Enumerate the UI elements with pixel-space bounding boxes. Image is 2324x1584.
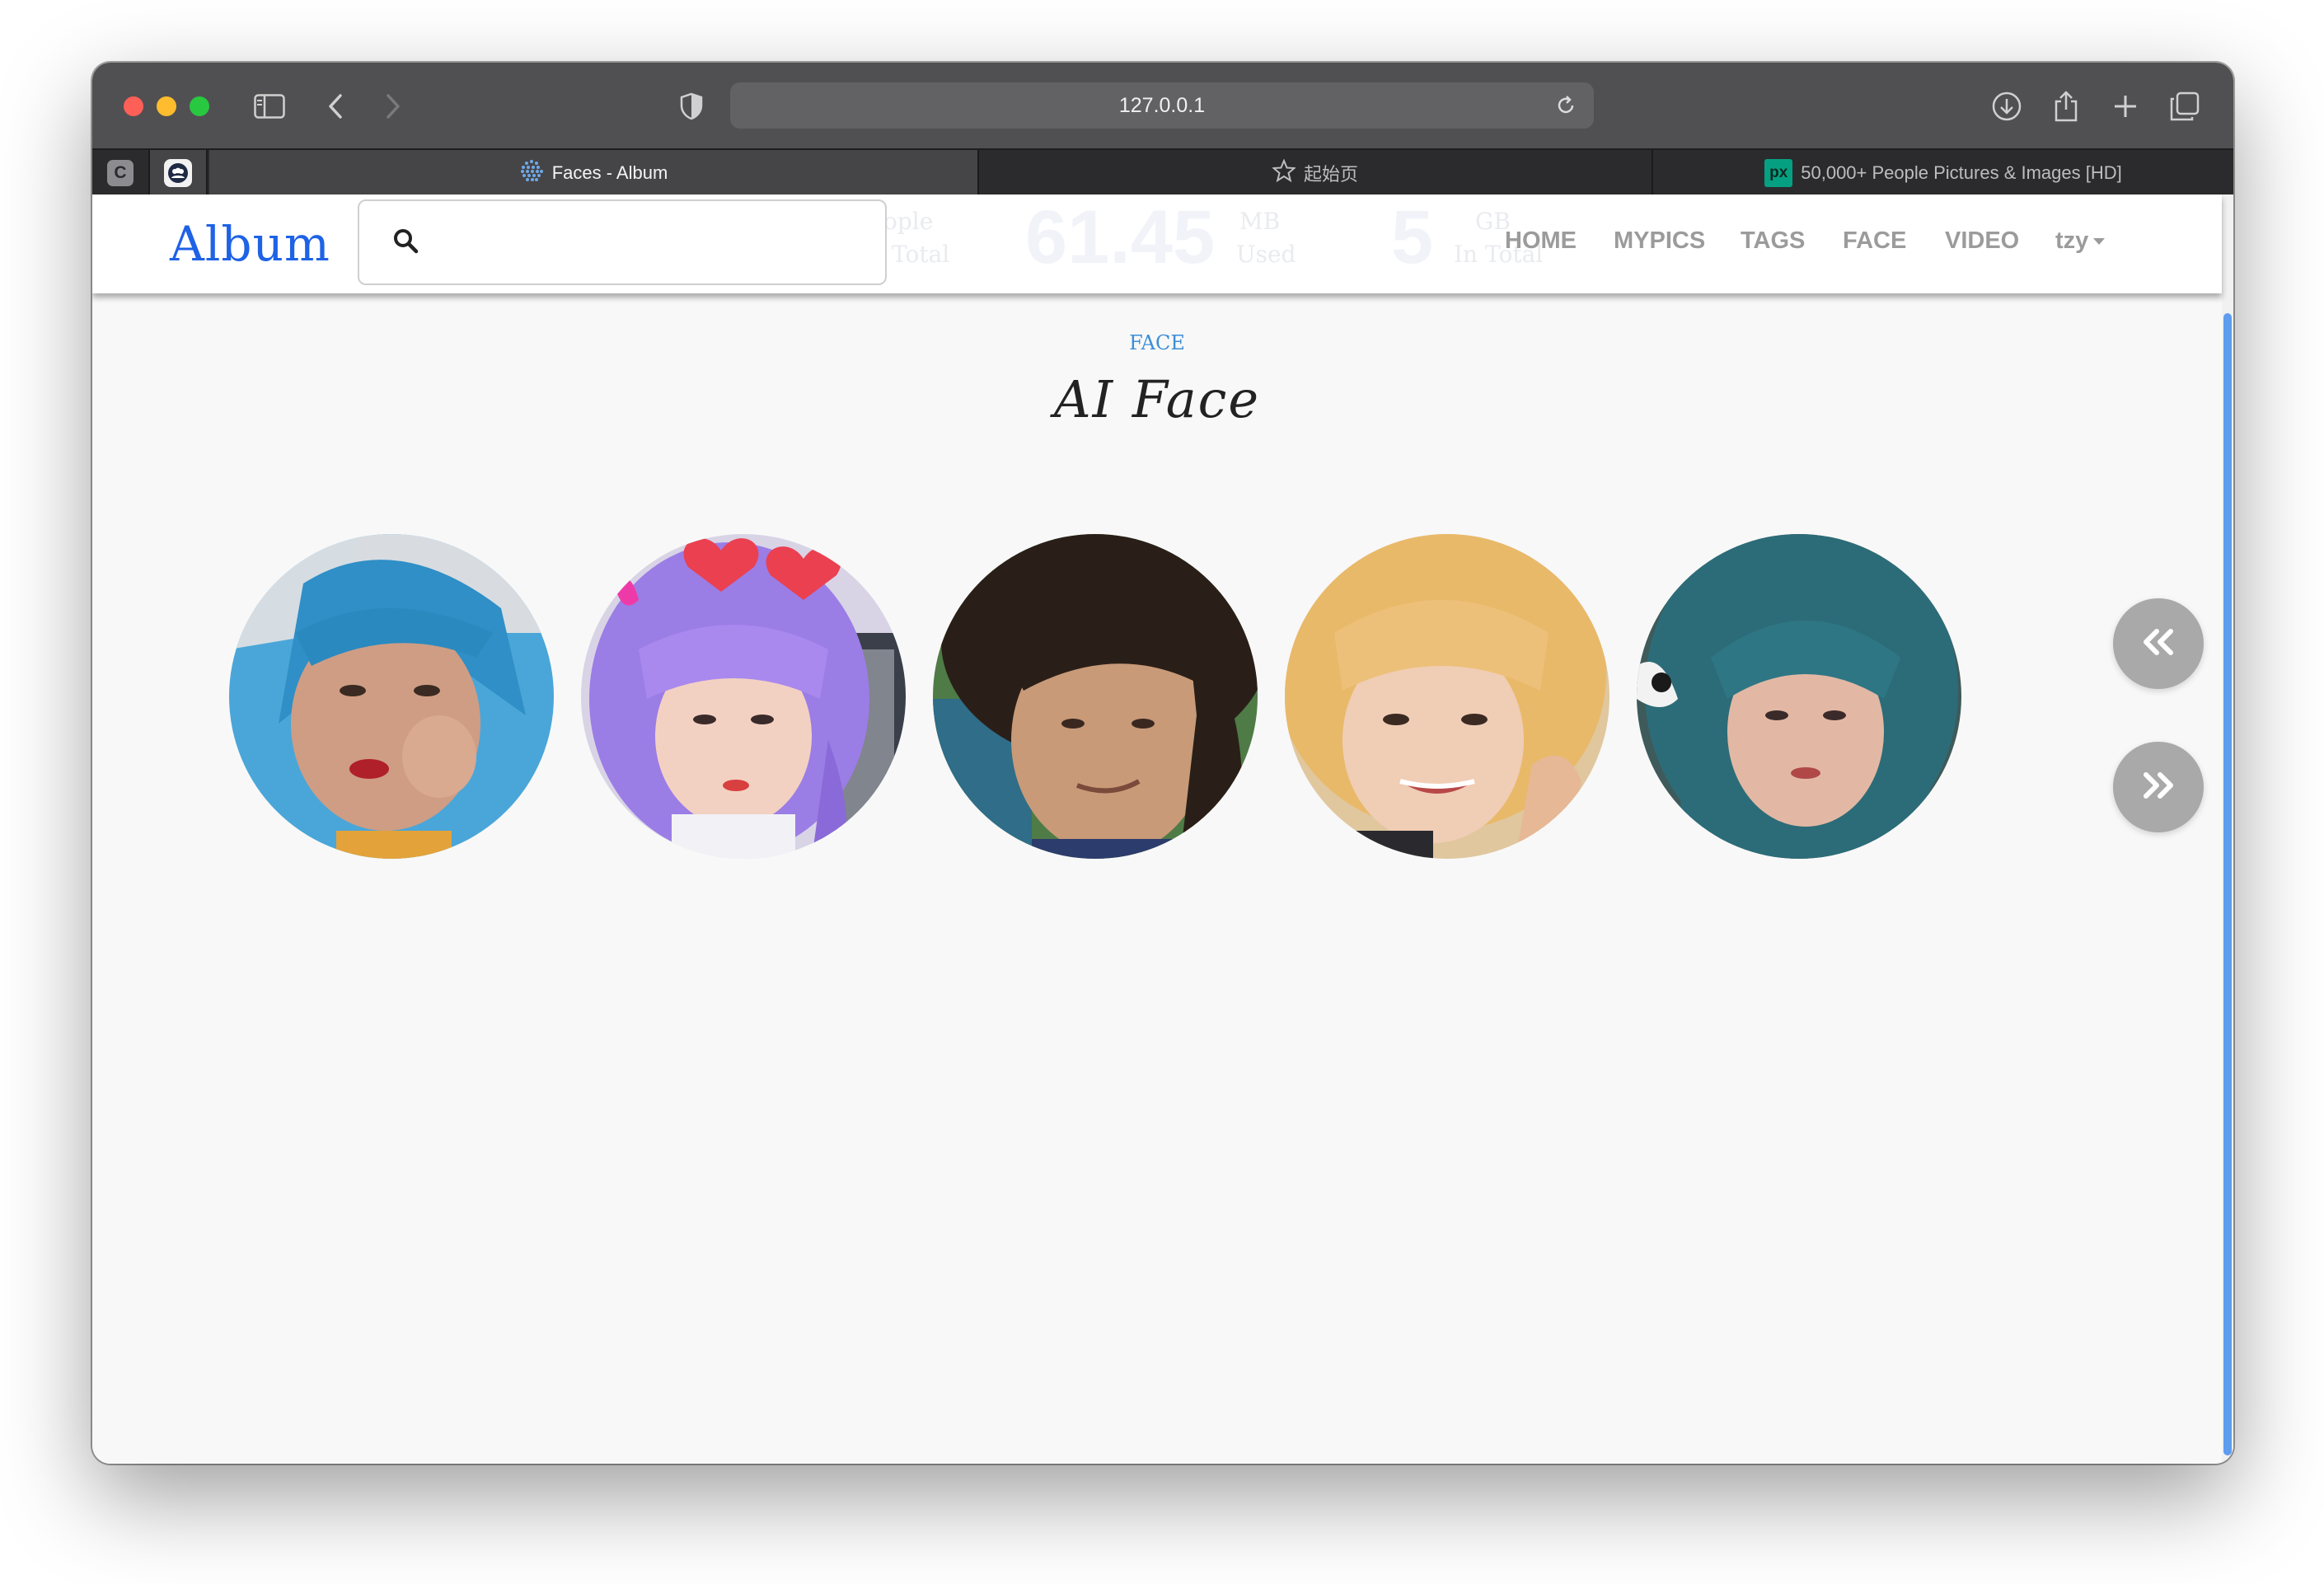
pinned-tab-group[interactable] <box>150 150 208 196</box>
brand-logo[interactable]: Album <box>170 216 330 272</box>
face-avatar[interactable] <box>229 534 554 859</box>
next-page-button[interactable] <box>2113 742 2204 832</box>
chevron-down-icon <box>2093 238 2106 246</box>
new-tab-icon[interactable] <box>2106 87 2144 125</box>
address-bar[interactable]: 127.0.0.1 <box>730 82 1594 129</box>
page-title: AI Face <box>1053 369 1261 429</box>
face-avatar[interactable] <box>1285 534 1609 859</box>
search-input[interactable] <box>358 199 887 285</box>
pexels-logo-icon: px <box>1764 159 1793 187</box>
share-icon[interactable] <box>2047 87 2085 125</box>
browser-window: 127.0.0.1 C Faces - Album 起始页 px 50,000+… <box>92 63 2233 1464</box>
double-chevron-left-icon <box>2140 628 2176 660</box>
sidebar-icon[interactable] <box>251 87 288 125</box>
user-menu[interactable]: tzy <box>2055 227 2106 255</box>
face-avatar[interactable] <box>1637 534 1961 859</box>
ghost-stat-label: MB <box>1239 208 1281 235</box>
ghost-stat-value: 61.45 <box>1025 195 1216 279</box>
scrollbar-thumb[interactable] <box>2223 313 2232 1455</box>
user-name: tzy <box>2055 227 2089 254</box>
nav-tags[interactable]: TAGS <box>1741 227 1805 255</box>
nav-video[interactable]: VIDEO <box>1945 227 2019 255</box>
ghost-stat-label: ople <box>883 208 934 235</box>
reload-icon[interactable] <box>1554 94 1577 123</box>
dotted-globe-icon <box>519 158 544 188</box>
zoom-window-button[interactable] <box>190 96 209 116</box>
ghost-stat-label: Total <box>892 241 950 268</box>
pinned-tab-c[interactable]: C <box>92 150 150 196</box>
back-icon[interactable] <box>316 87 354 125</box>
star-icon <box>1271 158 1297 187</box>
page-content: Album ople Total 61.45 MB Used 5 GB In T… <box>92 194 2233 1464</box>
nav-face[interactable]: FACE <box>1843 227 1906 255</box>
privacy-shield-icon[interactable] <box>672 87 710 125</box>
tab-label: Faces - Album <box>551 162 668 183</box>
tab-label: 50,000+ People Pictures & Images [HD] <box>1801 162 2122 183</box>
tab-people-pictures[interactable]: px 50,000+ People Pictures & Images [HD] <box>1652 150 2233 196</box>
minimize-window-button[interactable] <box>157 96 176 116</box>
section-subheading: FACE <box>1129 331 1185 354</box>
face-avatar[interactable] <box>581 534 906 859</box>
nav-home[interactable]: HOME <box>1505 227 1577 255</box>
close-window-button[interactable] <box>124 96 143 116</box>
double-chevron-right-icon <box>2140 771 2176 804</box>
ghost-stat-label: Used <box>1236 241 1296 268</box>
ghost-stat-value: 5 <box>1391 195 1434 279</box>
nav-mypics[interactable]: MYPICS <box>1614 227 1705 255</box>
address-url: 127.0.0.1 <box>1118 93 1206 117</box>
search-icon <box>392 227 419 258</box>
tab-label: 起始页 <box>1303 164 1358 185</box>
group-icon <box>164 159 192 187</box>
browser-toolbar: 127.0.0.1 <box>92 63 2233 148</box>
tab-bar: C Faces - Album 起始页 px 50,000+ People Pi… <box>92 148 2233 196</box>
tab-start-page[interactable]: 起始页 <box>977 150 1652 196</box>
face-avatar[interactable] <box>933 534 1258 859</box>
pinned-tab-c-label: C <box>107 160 134 186</box>
site-navbar: Album ople Total 61.45 MB Used 5 GB In T… <box>92 194 2222 293</box>
prev-page-button[interactable] <box>2113 598 2204 689</box>
downloads-icon[interactable] <box>1988 87 2026 125</box>
tab-faces-album[interactable]: Faces - Album <box>209 150 977 196</box>
forward-icon[interactable] <box>374 87 412 125</box>
tab-overview-icon[interactable] <box>2166 87 2204 125</box>
